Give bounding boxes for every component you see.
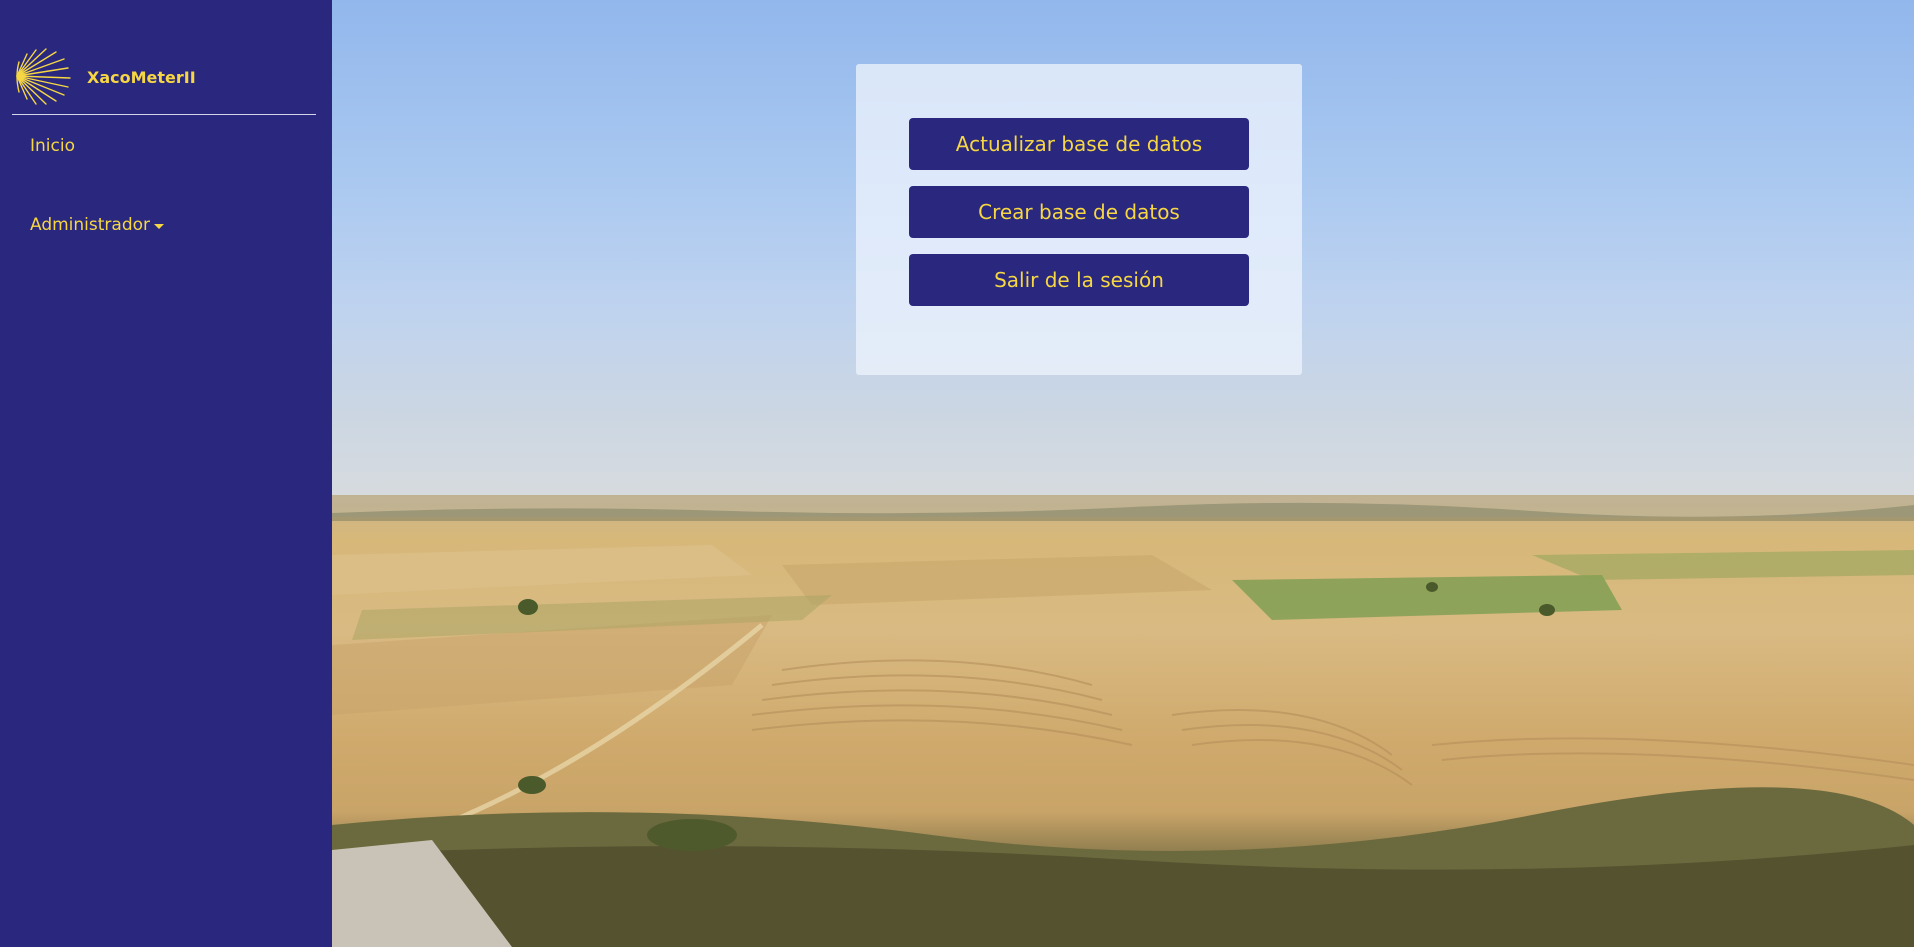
caret-down-icon (154, 223, 165, 229)
logout-button[interactable]: Salir de la sesión (909, 254, 1249, 306)
fields (332, 495, 1914, 947)
create-database-button[interactable]: Crear base de datos (909, 186, 1249, 238)
sidebar-item-administrador[interactable]: Administrador (30, 215, 165, 235)
brand-divider (12, 114, 316, 115)
scallop-shell-icon (16, 48, 71, 105)
brand[interactable]: XacoMeterII (14, 48, 196, 106)
main-content: Actualizar base de datos Crear base de d… (332, 0, 1914, 947)
sidebar: XacoMeterII Inicio Administrador (0, 0, 332, 947)
update-database-button[interactable]: Actualizar base de datos (909, 118, 1249, 170)
sidebar-item-inicio[interactable]: Inicio (30, 136, 75, 156)
sidebar-item-label: Administrador (30, 215, 151, 235)
admin-actions-card: Actualizar base de datos Crear base de d… (856, 64, 1302, 375)
fields-illustration (332, 495, 1914, 947)
brand-name: XacoMeterII (87, 67, 196, 87)
app-root: XacoMeterII Inicio Administrador Actuali… (0, 0, 1914, 947)
